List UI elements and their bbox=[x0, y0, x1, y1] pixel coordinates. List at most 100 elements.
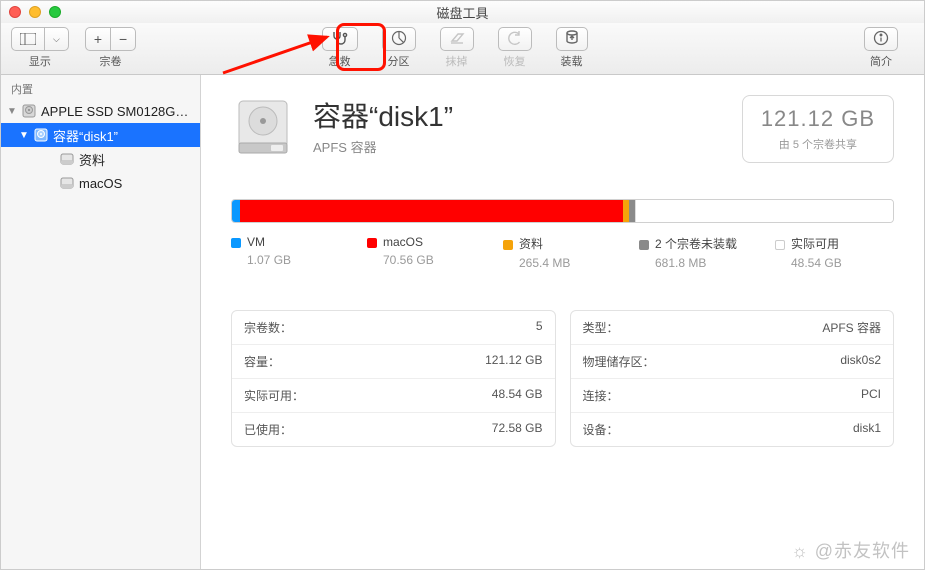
usage-bar bbox=[231, 199, 894, 223]
info-key: 设备： bbox=[583, 421, 619, 438]
legend-swatch bbox=[231, 238, 241, 248]
minus-icon: − bbox=[110, 28, 135, 50]
sidebar-item[interactable]: 资料 bbox=[1, 147, 200, 171]
volume-icon bbox=[59, 175, 75, 191]
usage-legend: VM 1.07 GB macOS70.56 GB 资料 265.4 MB 2 个宗卷未装载… bbox=[231, 235, 894, 270]
legend-name: 资料 bbox=[519, 237, 543, 251]
legend-item: 2 个宗卷未装载 681.8 MB bbox=[639, 235, 739, 270]
stethoscope-icon bbox=[331, 31, 349, 48]
info-button[interactable] bbox=[864, 27, 898, 51]
titlebar: 磁盘工具 bbox=[1, 1, 924, 23]
legend-swatch bbox=[639, 240, 649, 250]
sidebar-item-label: 容器“disk1” bbox=[53, 126, 118, 145]
legend-name: 2 个宗卷未装载 bbox=[655, 237, 737, 251]
legend-swatch bbox=[503, 240, 513, 250]
toolbar: ⌵ 显示 + − 宗卷 急救 分区 抹掉 bbox=[1, 23, 924, 75]
sidebar-item[interactable]: ▼ 容器“disk1” bbox=[1, 123, 200, 147]
info-row: 已使用： 72.58 GB bbox=[232, 412, 555, 446]
partition-button[interactable] bbox=[382, 27, 416, 51]
info-key: 物理储存区： bbox=[583, 353, 655, 370]
sidebar-item-label: macOS bbox=[79, 176, 122, 191]
info-row: 实际可用：48.54 GB bbox=[232, 378, 555, 412]
legend-item: macOS70.56 GB bbox=[367, 235, 467, 270]
info-value: 121.12 GB bbox=[485, 353, 542, 370]
restore-icon bbox=[507, 31, 523, 48]
sidebar-section-header: 内置 bbox=[1, 75, 200, 99]
info-value: PCI bbox=[861, 387, 881, 404]
info-row: 设备： disk1 bbox=[571, 412, 894, 446]
info-key: 已使用： bbox=[244, 421, 292, 438]
info-value: 5 bbox=[536, 319, 543, 336]
mount-icon bbox=[565, 30, 579, 49]
legend-item: 资料 265.4 MB bbox=[503, 235, 603, 270]
legend-value: 1.07 GB bbox=[247, 253, 331, 267]
legend-name: 实际可用 bbox=[791, 237, 839, 251]
info-row: 类型： APFS 容器 bbox=[571, 311, 894, 344]
info-key: 宗卷数： bbox=[244, 319, 292, 336]
info-row: 物理储存区： disk0s2 bbox=[571, 344, 894, 378]
disclosure-triangle-icon[interactable]: ▼ bbox=[7, 106, 17, 117]
volume-title: 容器“disk1” bbox=[313, 95, 453, 135]
legend-value: 48.54 GB bbox=[791, 256, 875, 270]
hdd-icon bbox=[33, 127, 49, 143]
restore-label: 恢复 bbox=[504, 53, 526, 69]
capacity-note: 由 5 个宗卷共享 bbox=[761, 136, 875, 152]
legend-value: 681.8 MB bbox=[655, 256, 739, 270]
info-value: disk1 bbox=[853, 421, 881, 438]
usage-segment bbox=[635, 200, 893, 222]
chevron-down-icon: ⌵ bbox=[44, 28, 68, 50]
info-label: 简介 bbox=[870, 53, 892, 69]
first-aid-label: 急救 bbox=[329, 53, 351, 69]
main-content: 容器“disk1” APFS 容器 121.12 GB 由 5 个宗卷共享 VM… bbox=[201, 75, 924, 569]
erase-button bbox=[440, 27, 474, 51]
sidebar-item-label: APPLE SSD SM0128G… bbox=[41, 104, 188, 119]
info-value: 48.54 GB bbox=[492, 387, 543, 404]
plus-icon: + bbox=[86, 28, 110, 50]
info-row: 容量： 121.12 GB bbox=[232, 344, 555, 378]
hdd-icon bbox=[21, 103, 37, 119]
info-table-right: 类型： APFS 容器物理储存区： disk0s2 连接： PCI 设备： disk1 bbox=[570, 310, 895, 447]
partition-label: 分区 bbox=[388, 53, 410, 69]
sidebar-item[interactable]: ▼ APPLE SSD SM0128G… bbox=[1, 99, 200, 123]
sidebar-item-label: 资料 bbox=[79, 150, 105, 169]
info-key: 类型： bbox=[583, 319, 619, 336]
first-aid-button[interactable] bbox=[322, 27, 358, 51]
sidebar: 内置 ▼ APPLE SSD SM0128G… ▼ 容器“disk1” 资料 macOS bbox=[1, 75, 201, 569]
capacity-value: 121.12 GB bbox=[761, 106, 875, 132]
mount-button[interactable] bbox=[556, 27, 588, 51]
info-value: 72.58 GB bbox=[492, 421, 543, 438]
info-value: disk0s2 bbox=[840, 353, 881, 370]
annotation-arrow bbox=[219, 33, 335, 77]
volume-subtitle: APFS 容器 bbox=[313, 137, 453, 156]
usage-segment bbox=[240, 200, 623, 222]
info-key: 容量： bbox=[244, 353, 280, 370]
volume-icon bbox=[59, 151, 75, 167]
erase-label: 抹掉 bbox=[446, 53, 468, 69]
window-title: 磁盘工具 bbox=[1, 3, 924, 22]
legend-value: 70.56 GB bbox=[383, 253, 467, 267]
legend-swatch bbox=[367, 238, 377, 248]
disclosure-triangle-icon[interactable]: ▼ bbox=[19, 130, 29, 141]
legend-swatch bbox=[775, 240, 785, 250]
sidebar-item[interactable]: macOS bbox=[1, 171, 200, 195]
erase-icon bbox=[449, 31, 465, 48]
volume-label: 宗卷 bbox=[100, 53, 122, 69]
view-mode-button[interactable]: ⌵ bbox=[11, 27, 69, 51]
volume-add-remove-button[interactable]: + − bbox=[85, 27, 136, 51]
view-label: 显示 bbox=[29, 53, 51, 69]
legend-item: 实际可用 48.54 GB bbox=[775, 235, 875, 270]
info-row: 宗卷数： 5 bbox=[232, 311, 555, 344]
legend-name: VM bbox=[247, 235, 265, 249]
info-icon bbox=[873, 30, 889, 49]
pie-icon bbox=[391, 30, 407, 49]
info-table-left: 宗卷数： 5 容量： 121.12 GB 实际可用：48.54 GB 已使用： 72.58 … bbox=[231, 310, 556, 447]
watermark: ☼ @赤友软件 bbox=[791, 537, 910, 563]
usage-segment bbox=[232, 200, 240, 222]
info-row: 连接： PCI bbox=[571, 378, 894, 412]
info-key: 连接： bbox=[583, 387, 619, 404]
sidebar-icon bbox=[12, 28, 44, 50]
watermark-icon: ☼ bbox=[791, 541, 815, 561]
legend-value: 265.4 MB bbox=[519, 256, 603, 270]
info-value: APFS 容器 bbox=[822, 319, 881, 336]
capacity-box: 121.12 GB 由 5 个宗卷共享 bbox=[742, 95, 894, 163]
